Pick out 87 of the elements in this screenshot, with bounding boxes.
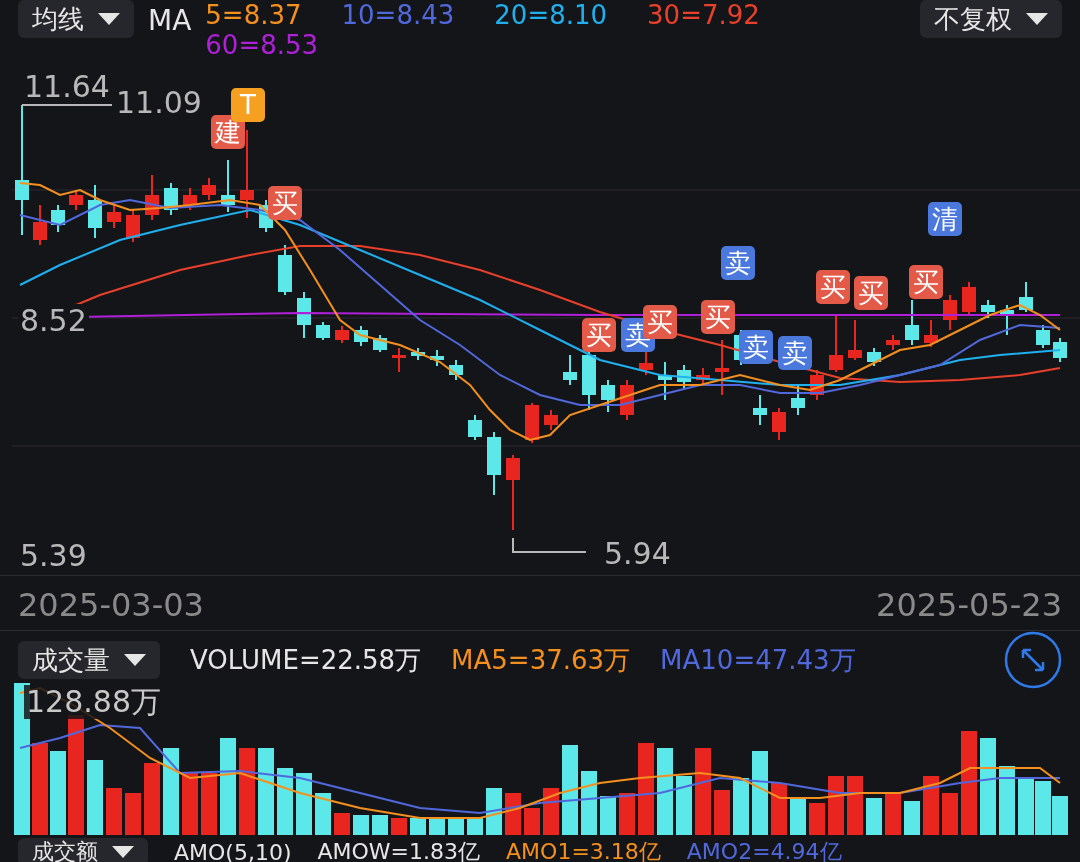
candlestick xyxy=(278,244,292,296)
candlestick xyxy=(126,209,140,243)
candlestick xyxy=(449,359,463,381)
candlestick xyxy=(658,361,672,401)
candlestick xyxy=(33,204,47,246)
candlestick xyxy=(1000,304,1014,336)
candlestick xyxy=(601,379,615,413)
ma-value: 10=8.43 xyxy=(341,0,455,30)
candlestick xyxy=(677,364,691,391)
ma-value: 5=8.37 xyxy=(205,0,302,30)
candlestick xyxy=(886,334,900,351)
signal-tag: 买 xyxy=(816,270,850,304)
candlestick xyxy=(164,182,178,216)
signal-tag: 买 xyxy=(643,305,677,339)
signal-tag: 买 xyxy=(701,300,735,334)
candlestick xyxy=(107,204,121,229)
candlestick xyxy=(525,402,539,444)
candlestick xyxy=(905,299,919,346)
candlestick xyxy=(468,414,482,441)
signal-tag: 卖 xyxy=(739,330,773,364)
candlestick xyxy=(753,394,767,426)
volume-value: VOLUME=22.58万 xyxy=(190,643,422,677)
candlestick xyxy=(145,174,159,221)
amount-value: AMO1=3.18亿 xyxy=(506,838,661,862)
signal-tag: T xyxy=(231,88,265,122)
date-label: 2025-03-03 xyxy=(18,586,204,626)
candlestick xyxy=(544,409,558,431)
amount-value: AMO2=4.94亿 xyxy=(686,838,842,862)
date-label: 2025-05-23 xyxy=(876,586,1062,626)
candlestick xyxy=(297,291,311,339)
candlestick xyxy=(69,189,83,211)
candlestick xyxy=(563,354,577,386)
candlestick xyxy=(696,367,710,386)
volume-value: MA10=47.43万 xyxy=(660,643,856,677)
signal-tag: 清 xyxy=(928,202,962,236)
candlestick xyxy=(221,159,235,213)
ma-value: 60=8.53 xyxy=(205,30,319,60)
candlestick xyxy=(1036,324,1050,349)
candlestick xyxy=(943,294,957,331)
indicator-dropdown[interactable]: 成交量 xyxy=(18,641,160,679)
candlestick xyxy=(487,431,501,496)
candlestick xyxy=(411,347,425,361)
signal-tag: 买 xyxy=(909,265,943,299)
candlestick xyxy=(183,187,197,211)
candlestick xyxy=(316,321,330,341)
signal-tag: 卖 xyxy=(778,336,812,370)
candlestick xyxy=(202,177,216,201)
expand-icon[interactable] xyxy=(1004,631,1062,689)
candlestick xyxy=(962,281,976,317)
candlestick xyxy=(51,204,65,233)
volume-max-label: 128.88万 xyxy=(24,685,163,719)
candlestick xyxy=(924,319,938,348)
indicator-dropdown[interactable]: 成交额 xyxy=(18,838,148,862)
candlestick xyxy=(582,349,596,411)
signal-tag: 买 xyxy=(582,318,616,352)
ma-value: 30=7.92 xyxy=(647,0,760,30)
candlestick xyxy=(848,319,862,361)
candlestick xyxy=(335,325,349,344)
caret-icon xyxy=(124,654,146,666)
caret-icon xyxy=(1026,13,1048,25)
candlestick xyxy=(430,349,444,367)
candlestick xyxy=(354,325,368,347)
candlestick xyxy=(791,384,805,416)
caret-icon xyxy=(112,846,134,858)
volume-value: MA5=37.63万 xyxy=(451,643,631,677)
caret-icon xyxy=(98,13,120,25)
amount-value: AMO(5,10) xyxy=(174,839,292,862)
candlestick xyxy=(981,299,995,319)
candlestick xyxy=(88,184,102,239)
candlestick xyxy=(772,407,786,441)
candlestick xyxy=(829,314,843,373)
amount-value: AMOW=1.83亿 xyxy=(317,838,481,862)
signal-tag: 建 xyxy=(211,115,245,149)
candlestick xyxy=(867,347,881,367)
adjustment-dropdown[interactable]: 不复权 xyxy=(920,0,1062,38)
candlestick xyxy=(1053,337,1067,363)
candlestick xyxy=(715,339,729,396)
indicator-dropdown[interactable]: 均线 xyxy=(18,0,134,38)
signal-tag: 卖 xyxy=(721,246,755,280)
candlestick xyxy=(810,369,824,401)
signal-tag: 买 xyxy=(268,186,302,220)
candlestick xyxy=(392,347,406,373)
ma-value: 20=8.10 xyxy=(494,0,608,30)
indicator-name: MA xyxy=(148,3,192,37)
signal-tag: 买 xyxy=(854,276,888,310)
candlestick xyxy=(1019,281,1033,313)
candlestick xyxy=(373,334,387,353)
